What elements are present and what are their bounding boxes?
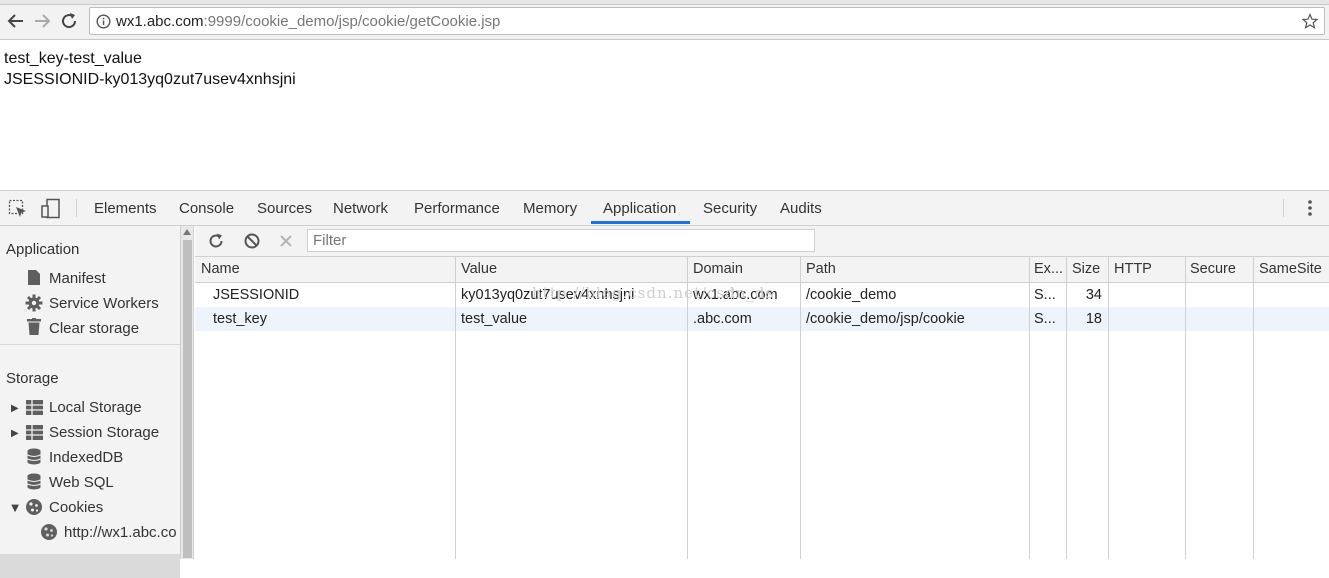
table-row[interactable]: test_key test_value .abc.com /cookie_dem… [195, 307, 1329, 331]
database-icon [27, 473, 41, 490]
cell-size: 18 [1085, 311, 1102, 327]
cookies-toolbar [195, 226, 1329, 257]
back-button[interactable] [4, 9, 28, 33]
toolbar-divider [1283, 199, 1284, 217]
cookie-icon [26, 499, 42, 515]
manifest-icon [28, 270, 40, 285]
cell-domain: .abc.com [693, 311, 752, 327]
delete-selected-icon[interactable] [278, 233, 294, 249]
column-divider[interactable] [1108, 257, 1109, 559]
sidebar-section-storage: Storage [6, 370, 59, 387]
column-header-expires[interactable]: Ex... [1034, 261, 1063, 277]
tab-elements[interactable]: Elements [94, 200, 157, 217]
tab-performance[interactable]: Performance [414, 200, 500, 217]
trash-icon [27, 318, 41, 335]
cell-value: test_value [461, 311, 528, 327]
sidebar-item-manifest[interactable]: Manifest [49, 270, 106, 287]
tab-sources[interactable]: Sources [257, 200, 312, 217]
devtools-tabbar: Elements Console Sources Network Perform… [0, 191, 1329, 226]
application-sidebar: Application Manifest Service Workers Cle… [0, 226, 180, 578]
scroll-up-icon[interactable] [183, 229, 191, 235]
forward-button[interactable] [30, 9, 54, 33]
column-header-name[interactable]: Name [201, 261, 240, 277]
table-icon [26, 425, 43, 440]
column-header-secure[interactable]: Secure [1190, 261, 1236, 277]
sidebar-item-service-workers[interactable]: Service Workers [49, 295, 159, 312]
refresh-icon[interactable] [207, 232, 225, 250]
tab-security[interactable]: Security [703, 200, 757, 217]
cell-path: /cookie_demo/jsp/cookie [806, 311, 965, 327]
sidebar-item-session-storage[interactable]: Session Storage [49, 424, 159, 441]
filter-input[interactable] [307, 229, 815, 252]
page-line: test_key-test_value [4, 50, 142, 67]
sidebar-item-local-storage[interactable]: Local Storage [49, 399, 142, 416]
sidebar-scroll-thumb[interactable] [183, 240, 192, 558]
gear-icon [25, 294, 43, 312]
sidebar-item-indexeddb[interactable]: IndexedDB [49, 449, 123, 466]
address-bar[interactable]: wx1.abc.com:9999/cookie_demo/jsp/cookie/… [89, 7, 1325, 35]
device-toolbar-icon[interactable] [40, 198, 62, 220]
database-icon [27, 448, 41, 465]
column-header-samesite[interactable]: SameSite [1259, 261, 1322, 277]
column-divider[interactable] [1066, 257, 1067, 559]
table-icon [26, 400, 43, 415]
tab-console[interactable]: Console [179, 200, 234, 217]
reload-icon [62, 13, 77, 29]
cell-path: /cookie_demo [806, 287, 897, 303]
browser-toolbar: wx1.abc.com:9999/cookie_demo/jsp/cookie/… [0, 5, 1329, 40]
column-divider[interactable] [1029, 257, 1030, 559]
sidebar-section-application: Application [6, 241, 80, 258]
tab-application[interactable]: Application [603, 200, 676, 217]
arrow-left-icon [7, 14, 23, 28]
info-icon[interactable] [96, 14, 111, 29]
column-divider[interactable] [1253, 257, 1254, 559]
page-line: JSESSIONID-ky013yq0zut7usev4xnhsjni [4, 71, 296, 88]
expand-triangle-icon[interactable]: ▶ [11, 428, 19, 439]
inspect-element-icon[interactable] [8, 199, 28, 219]
devtools-panel: Elements Console Sources Network Perform… [0, 190, 1329, 578]
column-divider[interactable] [687, 257, 688, 559]
column-header-http[interactable]: HTTP [1114, 261, 1152, 277]
sidebar-scrollbar[interactable] [180, 226, 194, 559]
active-tab-indicator [591, 221, 690, 224]
sidebar-item-web-sql[interactable]: Web SQL [49, 474, 114, 491]
toolbar-divider [76, 199, 77, 217]
sidebar-item-cookies[interactable]: Cookies [49, 499, 103, 516]
cell-size: 34 [1085, 287, 1102, 303]
cell-expires: S... [1034, 287, 1056, 303]
bookmark-star-icon[interactable] [1302, 13, 1318, 29]
reload-button[interactable] [57, 9, 81, 33]
cookie-icon [41, 524, 57, 540]
clear-all-icon[interactable] [243, 232, 261, 250]
tab-memory[interactable]: Memory [523, 200, 577, 217]
column-header-path[interactable]: Path [806, 261, 836, 277]
column-header-value[interactable]: Value [461, 261, 497, 277]
collapse-triangle-icon[interactable]: ▶ [9, 505, 20, 513]
column-header-size[interactable]: Size [1072, 261, 1100, 277]
sidebar-item-clear-storage[interactable]: Clear storage [49, 320, 139, 337]
cookies-panel: Name Value Domain Path Ex... Size HTTP S… [195, 226, 1329, 559]
arrow-right-icon [35, 14, 51, 28]
page-content: test_key-test_value JSESSIONID-ky013yq0z… [4, 48, 296, 90]
column-divider[interactable] [800, 257, 801, 559]
cell-name: JSESSIONID [213, 287, 300, 303]
tab-network[interactable]: Network [333, 200, 388, 217]
expand-triangle-icon[interactable]: ▶ [11, 403, 19, 414]
url-text: wx1.abc.com:9999/cookie_demo/jsp/cookie/… [116, 13, 500, 30]
sidebar-item-cookie-origin[interactable]: http://wx1.abc.co [64, 524, 177, 541]
table-header: Name Value Domain Path Ex... Size HTTP S… [195, 257, 1329, 283]
column-divider[interactable] [455, 257, 456, 559]
sidebar-divider [0, 344, 180, 345]
tab-audits[interactable]: Audits [780, 200, 822, 217]
column-divider[interactable] [1185, 257, 1186, 559]
watermark: http://blog.csdn.net/csdn_ds [532, 284, 775, 302]
more-options-icon[interactable] [1307, 199, 1313, 217]
cookies-table: Name Value Domain Path Ex... Size HTTP S… [195, 257, 1329, 559]
column-header-domain[interactable]: Domain [693, 261, 743, 277]
url-path: :9999/cookie_demo/jsp/cookie/getCookie.j… [203, 13, 501, 30]
cell-expires: S... [1034, 311, 1056, 327]
cell-name: test_key [213, 311, 267, 327]
url-host: wx1.abc.com [116, 13, 204, 30]
